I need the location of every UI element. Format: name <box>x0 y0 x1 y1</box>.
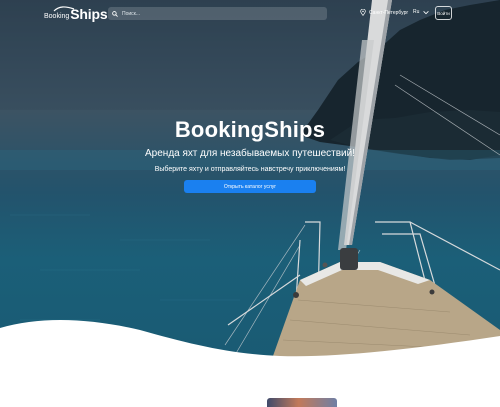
wave-icon <box>53 6 75 12</box>
page: Booking Ships Санкт-Петербург Ru <box>0 0 500 407</box>
yacht-card-image[interactable] <box>267 398 337 407</box>
hero-section: Booking Ships Санкт-Петербург Ru <box>0 0 500 370</box>
search-input[interactable] <box>122 10 312 17</box>
hero-subtitle: Аренда яхт для незабываемых путешествий! <box>145 148 355 159</box>
search-bar[interactable] <box>108 7 327 20</box>
chevron-down-icon <box>423 10 430 14</box>
hero-tagline: Выберите яхту и отправляйтесь навстречу … <box>154 166 346 173</box>
logo-main: Ships <box>70 6 108 22</box>
hero-title: BookingShips <box>174 117 326 142</box>
language-selector[interactable]: Ru <box>413 9 430 15</box>
site-header: Booking Ships Санкт-Петербург Ru <box>0 0 500 28</box>
logo-prefix: Booking <box>44 12 70 20</box>
logo[interactable]: Booking Ships <box>44 6 108 22</box>
city-label: Санкт-Петербург <box>369 9 409 16</box>
search-icon <box>112 10 118 17</box>
language-label: Ru <box>413 9 420 15</box>
login-button[interactable]: Войти <box>435 6 452 20</box>
location-pin-icon <box>360 9 366 16</box>
city-selector[interactable]: Санкт-Петербург <box>360 9 408 16</box>
open-catalog-button[interactable]: Открыть каталог услуг <box>184 180 316 193</box>
